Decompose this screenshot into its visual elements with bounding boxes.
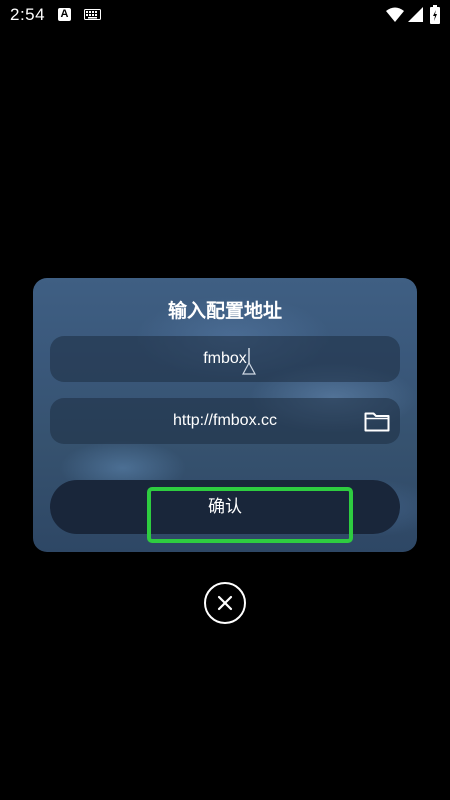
close-button[interactable]: [204, 582, 246, 624]
name-input[interactable]: [50, 336, 400, 382]
a-icon: A: [58, 8, 71, 21]
battery-icon: [430, 5, 440, 24]
url-input[interactable]: [50, 398, 400, 444]
close-icon: [217, 595, 233, 611]
folder-icon[interactable]: [364, 411, 390, 432]
url-field[interactable]: [50, 398, 400, 444]
screen: 2:54 A 输入配置地址 fmbox http://fmbox.cc 确认: [0, 0, 450, 800]
wifi-icon: [386, 7, 404, 22]
highlight-box: [147, 487, 353, 543]
status-time: 2:54: [10, 5, 46, 24]
status-bar: 2:54 A: [0, 0, 450, 32]
signal-icon: [408, 7, 423, 22]
name-field[interactable]: [50, 336, 400, 382]
dialog-title: 输入配置地址: [167, 300, 282, 322]
keyboard-icon: [84, 9, 101, 20]
text-cursor-handle-icon[interactable]: [242, 348, 256, 376]
